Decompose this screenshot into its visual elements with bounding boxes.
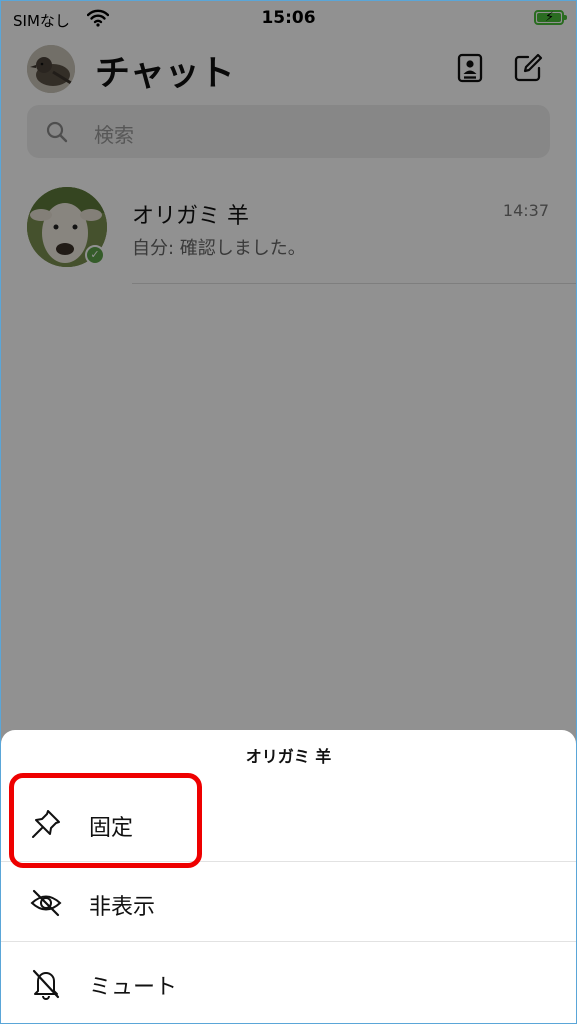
- screen: SIMなし 15:06 ⚡ チャット 検索 ✓ オリガミ 羊 14:37 自分:…: [0, 0, 577, 1024]
- action-sheet-title: オリガミ 羊: [245, 747, 332, 766]
- highlight-box: [9, 773, 202, 868]
- eye-off-icon: [30, 889, 62, 917]
- bell-off-icon: [32, 969, 60, 1000]
- hide-option[interactable]: 非表示: [1, 862, 576, 942]
- mute-option-label: ミュート: [89, 975, 178, 1000]
- mute-option[interactable]: ミュート: [1, 942, 576, 1022]
- hide-option-label: 非表示: [89, 895, 156, 920]
